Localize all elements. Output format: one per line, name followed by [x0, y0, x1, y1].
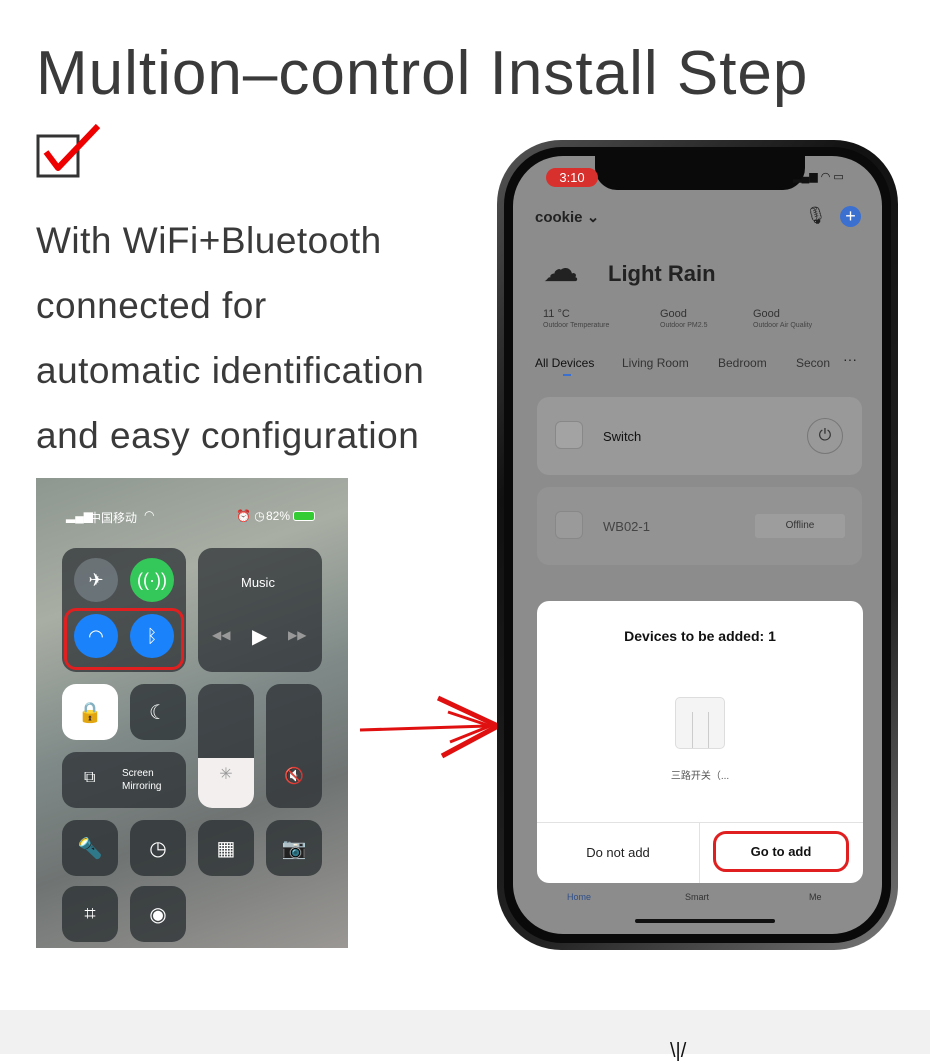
wifi-status-icon: ◠ — [144, 508, 155, 522]
description-line: and easy configuration — [36, 415, 420, 456]
camera-button[interactable]: 📷 — [266, 820, 322, 876]
weather-condition: Light Rain — [608, 261, 716, 286]
battery-icon — [293, 511, 315, 521]
add-device-button[interactable]: + — [840, 206, 861, 227]
app-screen: 3:10 ▂▄▆ ◠ ▭ cookie ⌄ 🎙 + ☁ Light Rain 1… — [513, 156, 882, 934]
tab-living-room[interactable]: Living Room — [622, 356, 689, 370]
play-icon[interactable]: ▶ — [252, 624, 267, 649]
description-line: connected for — [36, 285, 267, 326]
page-title: Multion–control Install Step — [36, 39, 809, 108]
music-label: Music — [241, 575, 275, 590]
volume-slider[interactable]: 🔇 — [266, 684, 322, 808]
nav-me[interactable]: Me — [809, 892, 822, 902]
do-not-disturb-toggle[interactable]: ☾ — [130, 684, 186, 740]
tab-all-devices[interactable]: All Devices — [535, 356, 594, 370]
pm25-value: Good — [660, 308, 687, 320]
tab-second[interactable]: Secon — [796, 356, 836, 370]
active-tab-indicator — [563, 374, 571, 376]
screen-record-button[interactable]: ◉ — [130, 886, 186, 942]
notch — [595, 156, 805, 190]
battery-label: 82% — [266, 509, 291, 523]
nav-smart[interactable]: Smart — [685, 892, 709, 902]
air-quality-label: Outdoor Air Quality — [753, 322, 813, 329]
screen-mirroring-icon: ⧉ — [84, 769, 96, 786]
home-selector[interactable]: cookie ⌄ — [535, 208, 599, 226]
rain-cloud-icon: ☁ — [543, 248, 579, 289]
pm25-label: Outdoor PM2.5 — [660, 322, 708, 329]
tab-bedroom[interactable]: Bedroom — [718, 356, 767, 370]
status-time: 3:10 — [546, 168, 598, 187]
devices-to-add-modal: Devices to be added: 1 三路开关（... Do not a… — [537, 601, 863, 883]
rotation-lock-toggle[interactable]: 🔒 — [62, 684, 118, 740]
offline-badge: Offline — [755, 514, 845, 538]
screen-mirroring-label: Screen Mirroring — [122, 768, 162, 792]
divider — [699, 822, 700, 883]
switch-device-icon — [555, 421, 583, 449]
brightness-slider[interactable]: ✳ — [198, 684, 254, 808]
airplane-mode-toggle[interactable]: ✈ — [74, 558, 118, 602]
phone-mockup: 3:10 ▂▄▆ ◠ ▭ cookie ⌄ 🎙 + ☁ Light Rain 1… — [497, 140, 898, 950]
checkbox-check-icon — [36, 123, 101, 178]
carrier-label: 中国移动 — [89, 511, 138, 525]
nav-home[interactable]: Home — [567, 892, 591, 902]
status-icons: ▂▄▆ ◠ ▭ — [793, 171, 844, 183]
calculator-button[interactable]: ▦ — [198, 820, 254, 876]
temperature-label: Outdoor Temperature — [543, 322, 610, 329]
rewind-icon[interactable]: ◀◀ — [212, 628, 230, 642]
music-tile[interactable] — [198, 548, 322, 672]
divider — [537, 822, 863, 823]
modal-title: Devices to be added: 1 — [624, 628, 776, 644]
cellular-data-toggle[interactable]: ((·)) — [130, 558, 174, 602]
more-tabs-icon[interactable]: ··· — [843, 351, 857, 367]
three-gang-switch-icon — [675, 697, 725, 749]
microphone-icon[interactable]: 🎙 — [805, 206, 827, 226]
air-quality-value: Good — [753, 308, 780, 320]
wb02-device-icon — [555, 511, 583, 539]
device-name: Switch — [603, 429, 642, 444]
description-line: automatic identification — [36, 350, 425, 391]
power-button[interactable]: ⏻ — [807, 418, 843, 454]
device-name: WB02-1 — [603, 519, 650, 534]
do-not-add-button[interactable]: Do not add — [537, 845, 699, 860]
temperature-value: 11 °C — [543, 308, 570, 320]
description-line: With WiFi+Bluetooth — [36, 220, 382, 261]
alarm-icon: ⏰ ◷ — [236, 509, 265, 523]
home-name: cookie — [535, 209, 583, 226]
home-indicator — [635, 919, 775, 923]
go-to-add-button[interactable]: Go to add — [713, 831, 849, 872]
fast-forward-icon[interactable]: ▶▶ — [288, 628, 306, 642]
flashlight-button[interactable]: 🔦 — [62, 820, 118, 876]
qr-scanner-button[interactable]: ⌗ — [62, 886, 118, 942]
light-burst-icon: \|/ — [670, 1040, 687, 1062]
control-center-screenshot: ▂▄▆ 中国移动 ◠ ⏰ ◷ 82% ✈ ((·)) ◠ ᛒ Music ◀◀ … — [36, 478, 348, 948]
red-arrow-icon — [359, 695, 501, 759]
footer-strip: \|/ — [0, 1010, 930, 1062]
timer-button[interactable]: ◷ — [130, 820, 186, 876]
wifi-bluetooth-highlight — [64, 608, 184, 670]
found-device-name: 三路开关（... — [670, 771, 730, 782]
